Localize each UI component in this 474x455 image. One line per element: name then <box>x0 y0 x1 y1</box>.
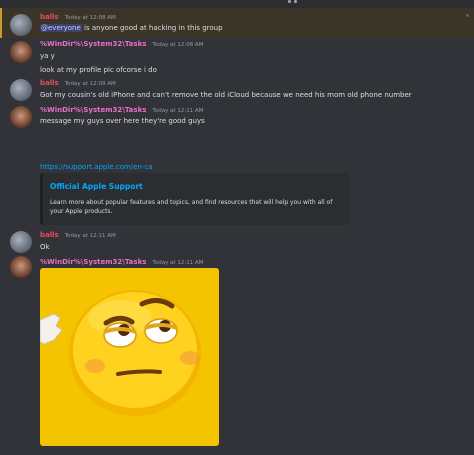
message-text: ya y <box>40 52 55 60</box>
support-link[interactable]: https://support.apple.com/en-ca <box>40 163 153 171</box>
timestamp: Today at 12:08 AM <box>64 15 116 21</box>
timestamp: Today at 12:11 AM <box>152 108 204 114</box>
author-name[interactable]: %WinDir%\System32\Tasks Today at 12:11 AM <box>40 258 203 266</box>
message-text: look at my profile pic ofcorse i do <box>40 66 157 74</box>
author-name[interactable]: %WinDir%\System32\Tasks Today at 12:08 AM <box>40 40 203 48</box>
link-embed: Official Apple Support Learn more about … <box>40 173 350 225</box>
author-name[interactable]: balls Today at 12:11 AM <box>40 231 116 239</box>
everyone-mention[interactable]: @everyone <box>40 24 82 32</box>
timestamp: Today at 12:09 AM <box>64 81 116 87</box>
author-name[interactable]: balls Today at 12:08 AM <box>40 13 116 21</box>
message-text: Ok <box>40 243 50 251</box>
embed-title[interactable]: Official Apple Support <box>50 182 143 191</box>
avatar[interactable] <box>10 106 32 128</box>
unimpressed-emoji-gif[interactable] <box>40 268 219 446</box>
message-text: @everyone is anyone good at hacking in t… <box>40 24 223 32</box>
timestamp: Today at 12:11 AM <box>152 260 204 266</box>
avatar[interactable] <box>10 79 32 101</box>
message-text: Got my cousin's old iPhone and can't rem… <box>40 91 412 99</box>
avatar[interactable] <box>10 256 32 278</box>
message-text: message my guys over here they're good g… <box>40 117 205 125</box>
author-name[interactable]: balls Today at 12:09 AM <box>40 79 116 87</box>
author-name[interactable]: %WinDir%\System32\Tasks Today at 12:11 AM <box>40 106 203 114</box>
avatar[interactable] <box>10 41 32 63</box>
emoji-face-icon <box>40 290 201 416</box>
toolbar-dot <box>288 0 291 3</box>
toolbar-dot <box>294 0 297 3</box>
timestamp: Today at 12:11 AM <box>64 233 116 239</box>
avatar[interactable] <box>10 14 32 36</box>
timestamp: Today at 12:08 AM <box>152 42 204 48</box>
embed-description: Learn more about popular features and to… <box>50 199 333 215</box>
top-toolbar-strip <box>0 0 474 8</box>
scroll-dot <box>466 14 469 17</box>
avatar[interactable] <box>10 231 32 253</box>
